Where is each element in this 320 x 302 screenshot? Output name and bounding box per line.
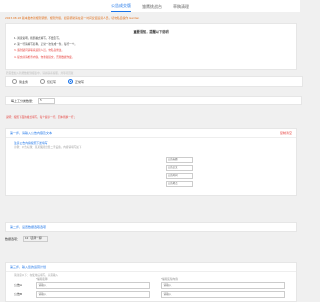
tab-challenge[interactable]: 雏鹰挑战台: [142, 4, 162, 12]
row-name-input[interactable]: 请输入: [36, 282, 150, 289]
step3-subtitle: 请注意以下：在使用后填写，只需输入: [14, 274, 59, 277]
step1-card: 第一步，请输入公告内容及文本 复制清空 注意公告内容按照下述填写 示例：公告标题…: [5, 128, 297, 196]
radio-option-simple[interactable]: 简业务: [12, 79, 28, 84]
step1-title: 第一步，请输入公告内容及文本: [10, 131, 53, 135]
tab-drafts[interactable]: 草稿清理: [173, 4, 189, 12]
radio-button-selected[interactable]: [68, 79, 74, 84]
count-row: 每上工分类数量： 5: [5, 96, 302, 105]
radio-button[interactable]: [40, 79, 46, 84]
radio-button[interactable]: [12, 79, 17, 84]
step1-input-time[interactable]: 公告时间: [166, 173, 193, 179]
col-header-name: *编辑名称: [36, 278, 48, 281]
step2-header: 第二步，设置数据选取选项: [6, 223, 296, 231]
step1-clear-link[interactable]: 复制清空: [280, 131, 292, 135]
step3-card: 第三步，输入您的运营计划 请注意以下：在使用后填写，只需输入 *编辑名称 *编辑…: [5, 262, 297, 302]
rules-card: 重要须知，提醒以下说明 1. 阅读说明，按照格式填写，不要乱写。 2. 第一行请…: [5, 23, 297, 70]
step3-header: 第三步，输入您的运营计划: [6, 263, 296, 272]
data-option-label: 数据选项：: [5, 237, 21, 241]
mode-radio-group: 简业务 仅红写 正常写: [5, 76, 303, 87]
row-content-input[interactable]: 请输入: [161, 291, 285, 298]
tab-announcement[interactable]: 公告成交版: [111, 3, 131, 12]
step1-input-place[interactable]: 公告地点: [166, 181, 193, 187]
radio-label: 简业务: [19, 79, 29, 84]
rules-line: 2. 第一行请填写名称，正常一次生成一条，每行一个。: [14, 43, 77, 47]
radio-label: 仅红写: [47, 79, 57, 84]
hint-text: 若需要加入新增数据到报表中，请先联系客服，并等待回复: [6, 72, 74, 75]
step3-title: 第三步，输入您的运营计划: [10, 265, 47, 269]
row-name-input[interactable]: 请输入: [36, 291, 150, 298]
notice-banner: 2023.08.18 版本发布新规则调整，规则升级，如需帮助请在第一时间反馈运营…: [5, 16, 140, 20]
tab-bar: 公告成交版 雏鹰挑战台 草稿清理: [0, 0, 300, 12]
step1-input-body[interactable]: 公告正文: [166, 165, 193, 171]
step1-header: 第一步，请输入公告内容及文本 复制清空: [6, 129, 296, 138]
col-header-content: *编辑实际内容: [161, 278, 178, 281]
data-option-select[interactable]: 10（选择一些）: [23, 236, 49, 242]
step1-input-title[interactable]: 公告标题: [166, 157, 193, 163]
rules-line: 3. 遇到疑问请联系运营人员，勿私自修改。: [14, 49, 64, 53]
format-warning: 说明：按照下面的格式填写，每个提示一行，回车则换一行；: [6, 116, 77, 119]
count-label: 每上工分类数量：: [11, 98, 36, 103]
row-label: 公告A: [14, 283, 23, 287]
data-option-row: 数据选项： 10（选择一些）: [5, 236, 49, 242]
step2-title: 第二步，设置数据选取选项: [10, 225, 47, 229]
rules-line: 4. 提交前请检查内容，勿重复提交，否则数据作废。: [14, 55, 75, 59]
step2-card: 第二步，设置数据选取选项: [5, 222, 297, 232]
count-select[interactable]: 5: [38, 97, 56, 104]
row-content-input[interactable]: 请输入: [161, 282, 285, 289]
rules-title: 重要须知，提醒以下说明: [133, 30, 169, 34]
radio-option-red[interactable]: 仅红写: [40, 79, 56, 84]
radio-label: 正常写: [75, 79, 85, 84]
radio-option-normal[interactable]: 正常写: [68, 79, 84, 84]
row-label: 公告B: [14, 292, 23, 296]
step1-example: 示例：公告标题：某某集团出售二手设备，内容请填写如下: [14, 146, 82, 149]
rules-line: 1. 阅读说明，按照格式填写，不要乱写。: [14, 37, 62, 40]
